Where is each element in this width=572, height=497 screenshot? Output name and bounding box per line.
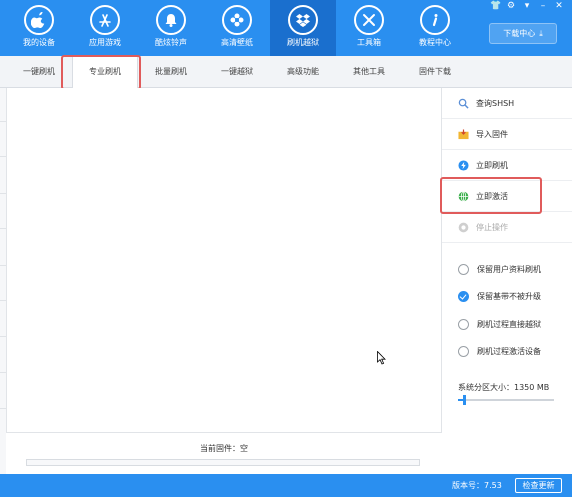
top-navigation-bar: 我的设备 应用游戏 酷炫铃声 高清壁纸 刷机越狱 工具箱 教程中心 👕 ⚙ ▾ …: [0, 0, 572, 56]
nav-item-toolbox[interactable]: 工具箱: [336, 0, 402, 56]
stop-operation-button[interactable]: 停止操作: [442, 212, 572, 243]
query-shsh-label: 查询SHSH: [476, 98, 515, 108]
nav-item-tutorials[interactable]: 教程中心: [402, 0, 468, 56]
tab-advanced[interactable]: 高级功能: [270, 56, 336, 88]
nav-label: 工具箱: [357, 38, 381, 47]
apple-icon: [24, 5, 54, 35]
info-icon: [420, 5, 450, 35]
globe-icon: [458, 190, 469, 202]
download-center-button[interactable]: 下载中心 ⤓: [489, 23, 557, 44]
version-label: 版本号：7.53: [452, 481, 502, 490]
option-label: 保留用户资料刷机: [477, 265, 541, 274]
slider-thumb[interactable]: [463, 395, 466, 405]
tools-icon: [354, 5, 384, 35]
option-jailbreak-during-flash[interactable]: 刷机过程直接越狱: [458, 319, 541, 330]
nav-item-flash-jailbreak[interactable]: 刷机越狱: [270, 0, 336, 56]
dropbox-icon: [288, 5, 318, 35]
folder-import-icon: [458, 128, 469, 139]
activate-now-button[interactable]: 立即激活: [442, 181, 572, 212]
flash-now-label: 立即刷机: [476, 160, 508, 170]
flash-now-button[interactable]: 立即刷机: [442, 150, 572, 181]
tab-bar: 一键刷机 专业刷机 批量刷机 一键越狱 高级功能 其他工具 固件下载: [0, 56, 572, 89]
window-controls: 👕 ⚙ ▾ – ✕: [490, 1, 564, 11]
option-keep-user-data[interactable]: 保留用户资料刷机: [458, 264, 541, 275]
nav-label: 应用游戏: [89, 38, 121, 47]
tab-pro-flash[interactable]: 专业刷机: [72, 56, 138, 89]
radio-unchecked-icon[interactable]: [458, 319, 469, 330]
download-icon: ⤓: [539, 28, 543, 38]
nav-label: 我的设备: [23, 38, 55, 47]
check-update-button[interactable]: 检查更新: [515, 478, 562, 493]
option-keep-baseband[interactable]: 保留基带不被升级: [458, 291, 541, 302]
shirt-icon[interactable]: 👕: [490, 1, 501, 11]
query-shsh-button[interactable]: 查询SHSH: [442, 88, 572, 119]
stop-operation-label: 停止操作: [476, 222, 508, 232]
nav-item-ringtones[interactable]: 酷炫铃声: [138, 0, 204, 56]
partition-size-slider[interactable]: [458, 395, 554, 405]
import-firmware-label: 导入固件: [476, 129, 508, 139]
option-label: 保留基带不被升级: [477, 292, 541, 301]
tab-one-click-jailbreak[interactable]: 一键越狱: [204, 56, 270, 88]
nav-item-apps-games[interactable]: 应用游戏: [72, 0, 138, 56]
search-icon: [458, 98, 469, 109]
download-center-label: 下载中心: [503, 29, 536, 38]
tab-batch-flash[interactable]: 批量刷机: [138, 56, 204, 88]
nav-label: 教程中心: [419, 38, 451, 47]
activate-now-label: 立即激活: [476, 191, 508, 201]
tab-firmware-download[interactable]: 固件下载: [402, 56, 468, 88]
main-content-area: [6, 88, 442, 474]
radio-unchecked-icon[interactable]: [458, 264, 469, 275]
minimize-icon[interactable]: –: [538, 1, 548, 11]
radio-checked-icon[interactable]: [458, 291, 469, 302]
option-activate-during-flash[interactable]: 刷机过程激活设备: [458, 346, 541, 357]
radio-unchecked-icon[interactable]: [458, 346, 469, 357]
nav-label: 高清壁纸: [221, 38, 253, 47]
dropdown-icon[interactable]: ▾: [522, 1, 532, 11]
flower-icon: [222, 5, 252, 35]
nav-item-my-device[interactable]: 我的设备: [6, 0, 72, 56]
option-label: 刷机过程激活设备: [477, 347, 541, 356]
tab-one-click-flash[interactable]: 一键刷机: [6, 56, 72, 88]
gear-icon[interactable]: ⚙: [506, 1, 516, 11]
status-bar: 版本号：7.53 检查更新: [0, 474, 572, 497]
system-partition-size-label: 系统分区大小：1350 MB: [458, 383, 550, 392]
firmware-area: 当前固件：空: [6, 432, 442, 474]
mouse-cursor-icon: [377, 351, 386, 365]
current-firmware-label: 当前固件：空: [200, 444, 248, 453]
import-firmware-button[interactable]: 导入固件: [442, 119, 572, 150]
stop-icon: [458, 222, 469, 232]
firmware-progress-bar: [26, 459, 420, 466]
close-icon[interactable]: ✕: [554, 1, 564, 11]
bell-icon: [156, 5, 186, 35]
option-label: 刷机过程直接越狱: [477, 320, 541, 329]
nav-label: 刷机越狱: [287, 38, 319, 47]
tab-other-tools[interactable]: 其他工具: [336, 56, 402, 88]
nav-label: 酷炫铃声: [155, 38, 187, 47]
app-store-icon: [90, 5, 120, 35]
nav-item-wallpapers[interactable]: 高清壁纸: [204, 0, 270, 56]
right-side-panel: 查询SHSH 导入固件 立即刷机 立即激活 停止操作 保留用户资料刷机 保留基带…: [442, 88, 572, 474]
flash-icon: [458, 159, 469, 171]
